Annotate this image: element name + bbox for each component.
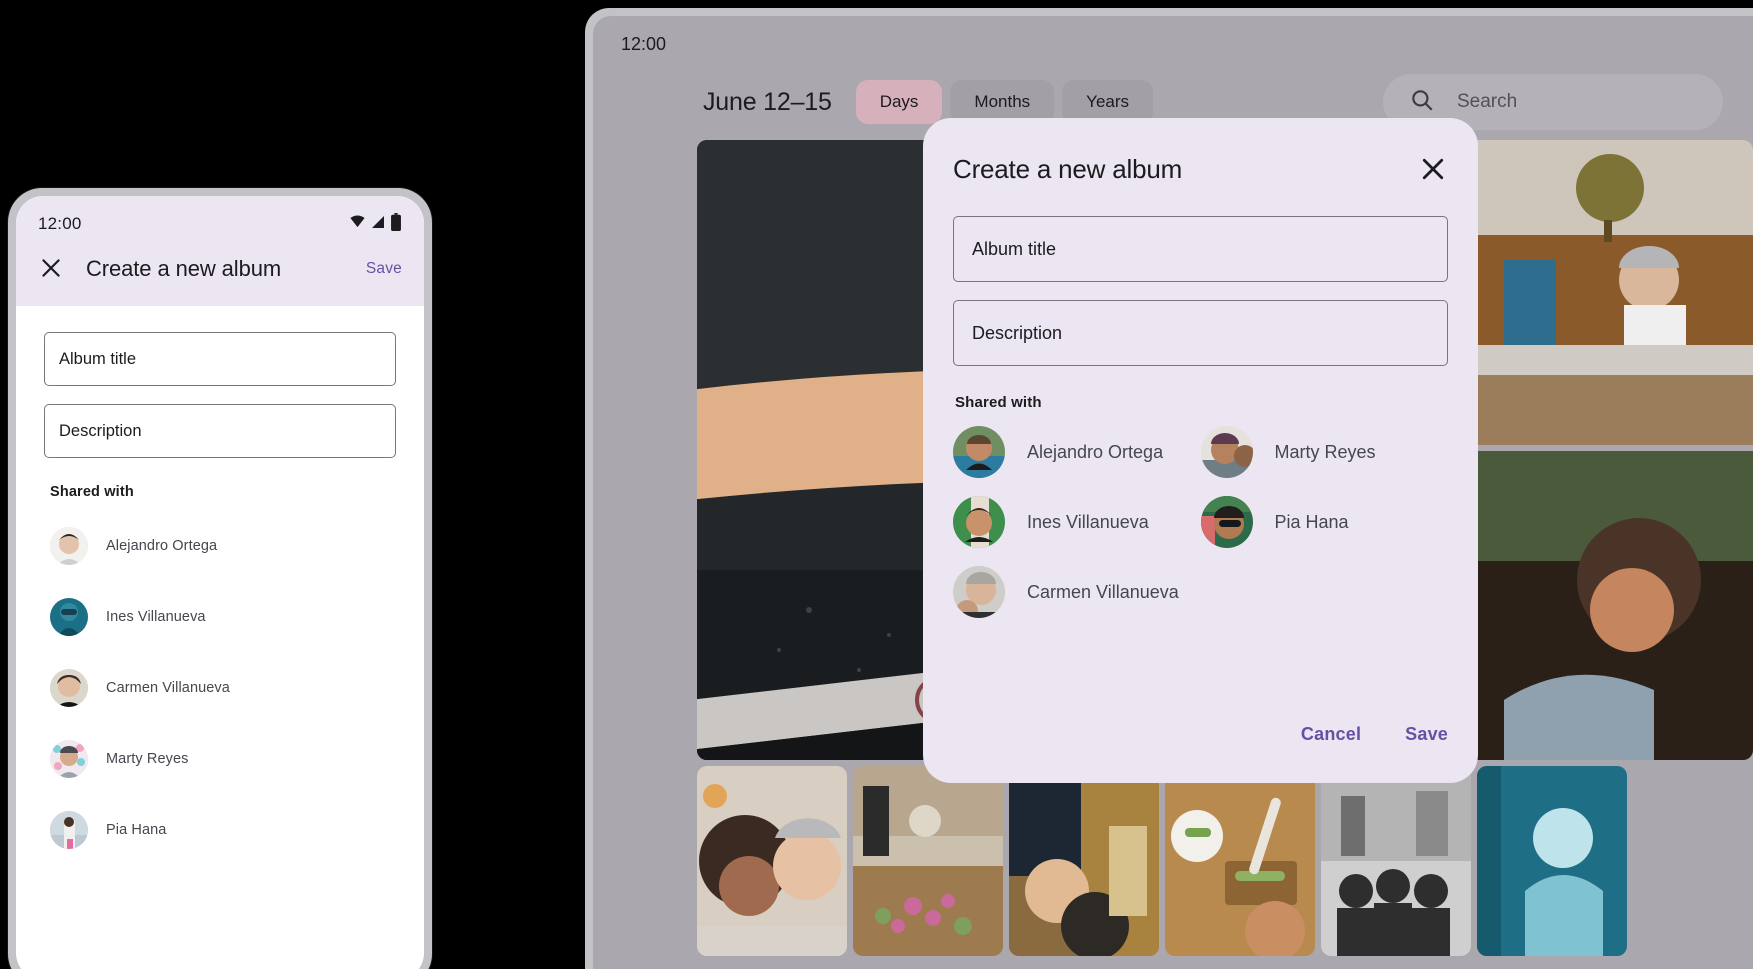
contact-name: Marty Reyes — [106, 750, 189, 767]
tablet-screen: 12:00 June 12–15 Days Months Years Searc… — [593, 16, 1753, 969]
description-placeholder: Description — [59, 421, 142, 440]
photo-tile-strip-6[interactable] — [1477, 766, 1627, 956]
contact-row[interactable]: Pia Hana — [1200, 487, 1449, 557]
save-button[interactable]: Save — [1405, 724, 1448, 745]
phone-device-frame: 12:00 Create a new album Save Album titl… — [8, 188, 432, 969]
avatar — [953, 496, 1005, 548]
shared-contacts-grid: Alejandro Ortega Marty Reyes Ines Villan… — [953, 417, 1448, 627]
page-title: Create a new album — [86, 256, 282, 281]
phone-top-app-bar: 12:00 Create a new album Save — [16, 196, 424, 306]
album-title-input[interactable]: Album title — [44, 332, 396, 386]
save-button[interactable]: Save — [366, 260, 402, 278]
contact-name: Alejandro Ortega — [1027, 441, 1164, 462]
photo-tile-strip-1[interactable] — [697, 766, 847, 956]
photo-tile-right-column[interactable] — [1467, 140, 1753, 760]
album-title-input[interactable]: Album title — [953, 216, 1448, 282]
avatar — [1200, 496, 1253, 548]
contact-name: Ines Villanueva — [106, 608, 206, 625]
close-icon[interactable] — [1418, 154, 1448, 184]
shared-contacts-list: Alejandro Ortega Ines Villanueva Carmen … — [44, 510, 396, 865]
photo-grid-strip-row — [697, 766, 1753, 956]
avatar — [50, 668, 88, 707]
avatar — [50, 597, 88, 636]
contact-row[interactable]: Ines Villanueva — [953, 487, 1201, 557]
dialog-title: Create a new album — [953, 153, 1183, 184]
cancel-button[interactable]: Cancel — [1301, 724, 1361, 745]
dialog-action-row: Cancel Save — [1301, 724, 1448, 745]
contact-row[interactable]: Alejandro Ortega — [953, 417, 1201, 487]
photo-tile-strip-5[interactable] — [1321, 766, 1471, 956]
shared-with-label: Shared with — [50, 484, 134, 500]
wifi-icon — [349, 213, 366, 235]
contact-row[interactable]: Marty Reyes — [44, 723, 396, 794]
create-album-dialog: Create a new album Album title Descripti… — [923, 118, 1478, 783]
contact-row[interactable]: Carmen Villanueva — [953, 557, 1201, 627]
date-range-label: June 12–15 — [703, 87, 832, 116]
phone-content: Album title Description Shared with Alej… — [16, 306, 424, 865]
contact-name: Pia Hana — [1274, 511, 1349, 532]
contact-row[interactable]: Pia Hana — [44, 794, 396, 865]
phone-status-bar: 12:00 — [16, 196, 424, 238]
avatar — [50, 739, 88, 778]
phone-clock: 12:00 — [38, 214, 82, 233]
search-placeholder: Search — [1457, 91, 1518, 112]
contact-name: Pia Hana — [106, 821, 167, 838]
album-title-placeholder: Album title — [972, 238, 1057, 259]
chip-months-label: Months — [974, 92, 1031, 111]
contact-row[interactable]: Alejandro Ortega — [44, 510, 396, 581]
signal-icon — [370, 214, 386, 235]
avatar — [50, 810, 88, 849]
avatar — [1200, 426, 1253, 478]
shared-with-label: Shared with — [955, 394, 1042, 411]
chip-years-label: Years — [1086, 92, 1130, 111]
contact-row[interactable]: Ines Villanueva — [44, 581, 396, 652]
contact-name: Carmen Villanueva — [1027, 581, 1179, 602]
contact-name: Marty Reyes — [1274, 441, 1376, 462]
screenshot-stage: 12:00 June 12–15 Days Months Years Searc… — [0, 0, 1753, 969]
tablet-status-bar: 12:00 — [593, 16, 1753, 72]
photo-tile-strip-2[interactable] — [853, 766, 1003, 956]
tablet-device-frame: 12:00 June 12–15 Days Months Years Searc… — [585, 8, 1753, 969]
close-icon[interactable] — [38, 255, 66, 283]
chip-days[interactable]: Days — [855, 80, 943, 124]
album-title-placeholder: Album title — [59, 349, 137, 368]
description-input[interactable]: Description — [44, 404, 396, 458]
contact-row[interactable]: Carmen Villanueva — [44, 652, 396, 723]
contact-name: Alejandro Ortega — [106, 537, 218, 554]
photo-tile-strip-3[interactable] — [1009, 766, 1159, 956]
contact-name: Carmen Villanueva — [106, 679, 230, 696]
contact-name: Ines Villanueva — [1027, 511, 1149, 532]
avatar — [953, 426, 1005, 478]
tablet-clock: 12:00 — [621, 33, 667, 54]
dialog-header: Create a new album — [953, 146, 1448, 192]
description-input[interactable]: Description — [953, 300, 1448, 366]
search-icon — [1409, 87, 1435, 118]
photo-tile-strip-4[interactable] — [1165, 766, 1315, 956]
description-placeholder: Description — [972, 322, 1063, 343]
chip-days-label: Days — [879, 92, 919, 111]
phone-status-icons — [349, 212, 402, 236]
phone-app-bar-row: Create a new album Save — [16, 238, 424, 300]
battery-icon — [390, 212, 402, 236]
avatar — [953, 566, 1005, 618]
contact-row[interactable]: Marty Reyes — [1200, 417, 1449, 487]
phone-screen: 12:00 Create a new album Save Album titl… — [16, 196, 424, 969]
avatar — [50, 526, 88, 565]
